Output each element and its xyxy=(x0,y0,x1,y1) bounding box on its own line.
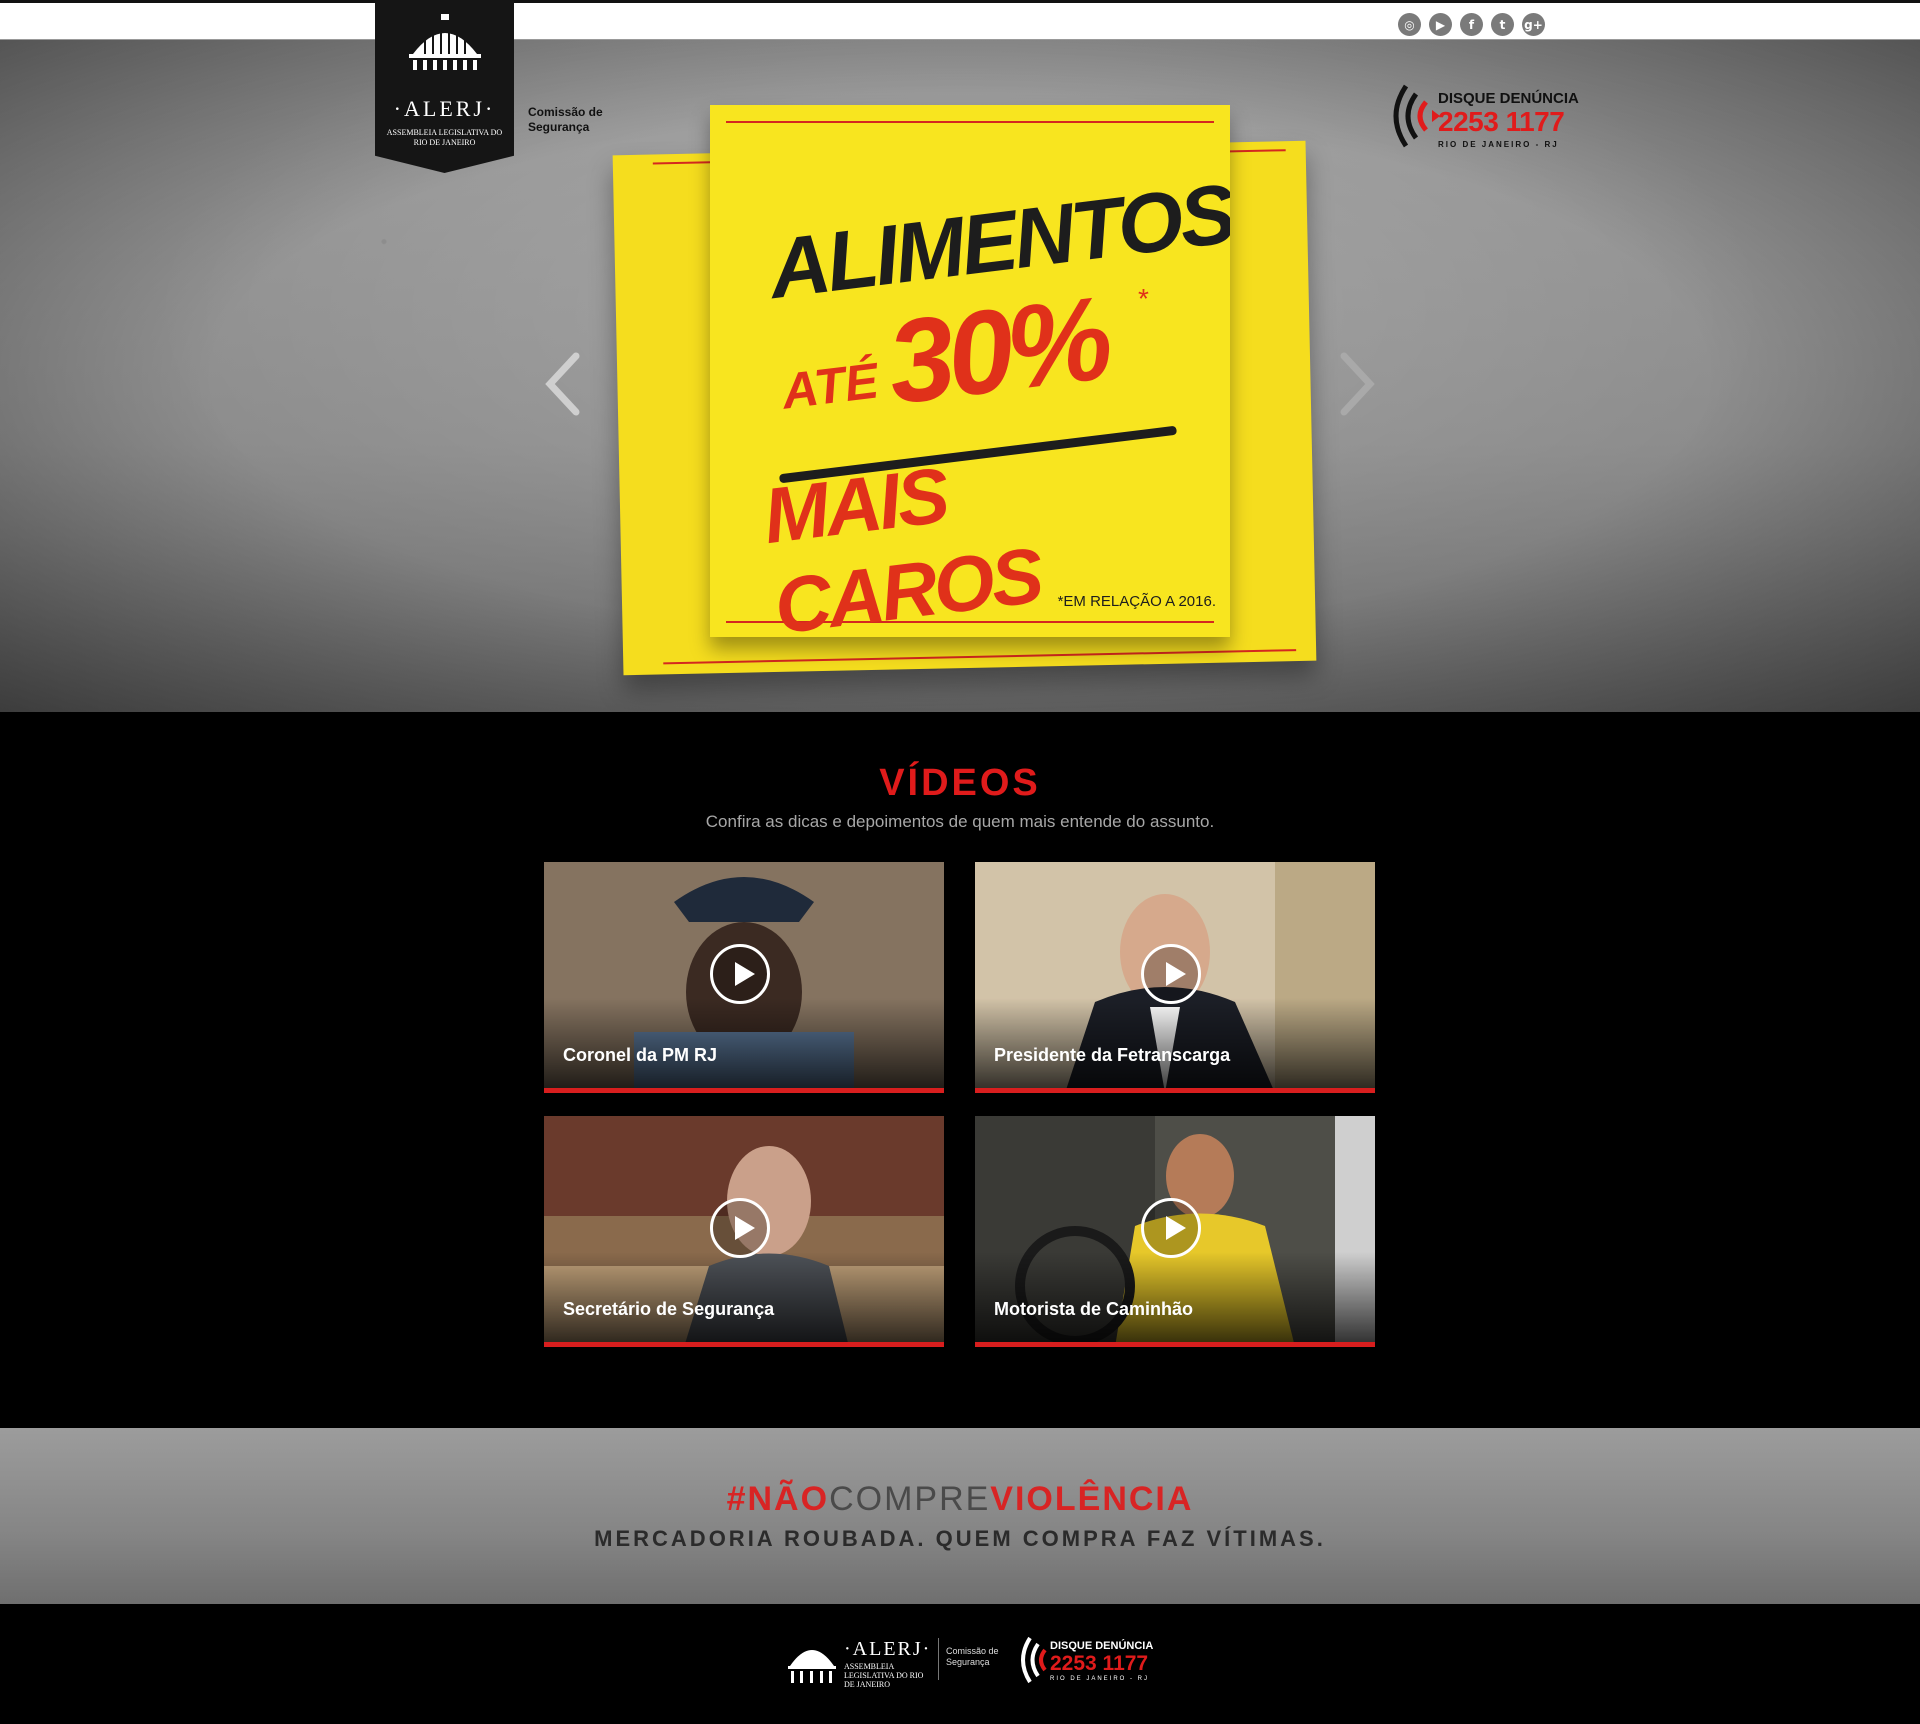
video-label: Secretário de Segurança xyxy=(563,1299,775,1319)
video-label: Presidente da Fetranscarga xyxy=(994,1045,1231,1065)
campaign-tagline: MERCADORIA ROUBADA. QUEM COMPRA FAZ VÍTI… xyxy=(594,1526,1326,1551)
video-card-fetranscarga[interactable]: Presidente da Fetranscarga xyxy=(975,862,1375,1093)
hashtag-compre: COMPRE xyxy=(829,1480,991,1518)
play-icon[interactable] xyxy=(710,944,770,1004)
footer-divider xyxy=(938,1638,939,1680)
disque-denuncia-logo[interactable]: DISQUE DENÚNCIA 2253 1177 RIO DE JANEIRO… xyxy=(1384,78,1579,154)
hashtag-violencia: VIOLÊNCIA xyxy=(990,1480,1194,1518)
disque-region: RIO DE JANEIRO - RJ xyxy=(1438,140,1559,149)
videos-section: VÍDEOS Confira as dicas e depoimentos de… xyxy=(0,712,1920,1428)
disque-phone: 2253 1177 xyxy=(1438,106,1565,137)
logo-subtitle: ASSEMBLEIA LEGISLATIVA DO RIO DE JANEIRO xyxy=(386,128,503,147)
youtube-icon[interactable]: ▶ xyxy=(1429,13,1452,36)
video-card-motorista[interactable]: Motorista de Caminhão xyxy=(975,1116,1375,1347)
dome-icon xyxy=(788,1650,836,1683)
hashtag-nao: NÃO xyxy=(747,1480,830,1518)
video-label: Motorista de Caminhão xyxy=(994,1299,1194,1319)
campaign-strip: #NÃOCOMPREVIOLÊNCIA MERCADORIA ROUBADA. … xyxy=(0,1428,1920,1604)
headline-asterisk: * xyxy=(1138,283,1149,314)
footer-logo-subtitle: ASSEMBLEIA LEGISLATIVA DO RIO DE JANEIRO xyxy=(844,1662,924,1689)
facebook-icon[interactable]: f xyxy=(1460,13,1483,36)
play-icon[interactable] xyxy=(710,1198,770,1258)
twitter-icon[interactable]: t xyxy=(1491,13,1514,36)
campaign-hashtag: #NÃOCOMPREVIOLÊNCIA xyxy=(0,1480,1920,1519)
play-icon[interactable] xyxy=(1141,944,1201,1004)
signal-waves-icon xyxy=(1021,1636,1047,1684)
footer-disque-region: RIO DE JANEIRO - RJ xyxy=(1050,1676,1150,1682)
google-plus-icon[interactable]: g+ xyxy=(1522,13,1545,36)
signal-waves-icon xyxy=(1393,84,1440,148)
logo-wordmark: ·ALERJ· xyxy=(393,96,496,121)
footer: ·ALERJ· ASSEMBLEIA LEGISLATIVA DO RIO DE… xyxy=(0,1604,1920,1724)
video-label: Coronel da PM RJ xyxy=(563,1045,718,1065)
footer-disque-phone: 2253 1177 xyxy=(1050,1652,1149,1675)
video-card-coronel[interactable]: Coronel da PM RJ xyxy=(544,862,944,1093)
videos-title: VÍDEOS xyxy=(879,762,1041,804)
chevron-left-icon[interactable] xyxy=(540,350,584,418)
chevron-right-icon[interactable] xyxy=(1336,350,1380,418)
footer-logos: ·ALERJ· ASSEMBLEIA LEGISLATIVA DO RIO DE… xyxy=(786,1632,1153,1692)
footer-disque-logo[interactable]: DISQUE DENÚNCIA 2253 1177 RIO DE JANEIRO… xyxy=(1014,1632,1153,1688)
footnote: *EM RELAÇÃO A 2016. xyxy=(1057,593,1216,610)
videos-subtitle: Confira as dicas e depoimentos de quem m… xyxy=(705,812,1215,831)
headline-percent: 30% xyxy=(880,272,1114,430)
top-bar: ◎ ▶ f t g+ xyxy=(0,0,1920,40)
video-card-secretario[interactable]: Secretário de Segurança xyxy=(544,1116,944,1347)
footer-commission: Comissão de Segurança xyxy=(946,1646,999,1667)
alerj-logo[interactable]: ·ALERJ· ASSEMBLEIA LEGISLATIVA DO RIO DE… xyxy=(375,0,514,173)
commission-label: Comissão de Segurança xyxy=(528,105,603,134)
social-links: ◎ ▶ f t g+ xyxy=(1398,13,1545,36)
hashtag-symbol: # xyxy=(726,1480,748,1518)
headline-ate: ATÉ xyxy=(778,352,882,420)
instagram-icon[interactable]: ◎ xyxy=(1398,13,1421,36)
footer-disque-title: DISQUE DENÚNCIA xyxy=(1050,1640,1154,1652)
footer-logo-wordmark: ·ALERJ· xyxy=(844,1638,932,1660)
play-icon[interactable] xyxy=(1141,1198,1201,1258)
disque-title: DISQUE DENÚNCIA xyxy=(1438,90,1579,107)
dome-icon xyxy=(409,14,481,70)
sticky-note-front: ALIMENTOS ATÉ 30% * MAIS CAROS *EM RELAÇ… xyxy=(710,105,1230,637)
